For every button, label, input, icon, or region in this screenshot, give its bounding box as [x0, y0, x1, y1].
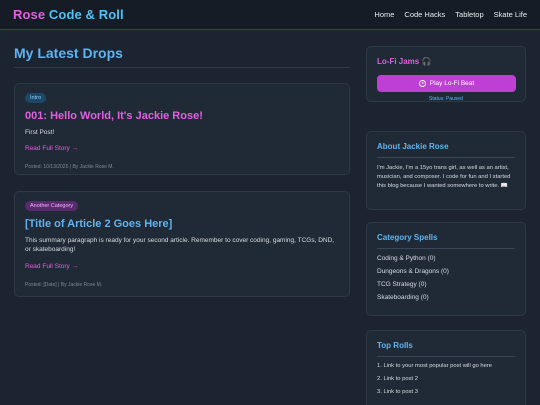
about-widget: About Jackie Rose I'm Jackie, I'm a 15yo…: [366, 131, 526, 210]
categories-widget: Category Spells Coding & Python (0) Dung…: [366, 222, 526, 316]
title-divider: [14, 67, 350, 68]
category-list: Coding & Python (0) Dungeons & Dragons (…: [377, 255, 515, 301]
category-item-coding[interactable]: Coding & Python (0): [377, 255, 515, 262]
page-title: My Latest Drops: [14, 45, 123, 61]
post-summary: This summary paragraph is ready for your…: [25, 237, 335, 254]
nav-tabletop[interactable]: Tabletop: [455, 10, 483, 19]
lofi-title: Lo-Fi Jams 🎧: [377, 57, 432, 66]
top-rolls-list: 1. Link to your most popular post will g…: [377, 363, 515, 395]
top-rolls-title: Top Rolls: [377, 341, 515, 357]
nav-skate-life[interactable]: Skate Life: [494, 10, 527, 19]
top-navbar: Rose Code & Roll Home Code Hacks Tableto…: [0, 0, 540, 30]
top-rolls-widget: Top Rolls 1. Link to your most popular p…: [366, 330, 526, 405]
read-more-link[interactable]: Read Full Story →: [25, 263, 78, 270]
lofi-widget: Lo-Fi Jams 🎧 Play Lo-Fi Beat Status: Pau…: [366, 46, 526, 102]
post-title[interactable]: [Title of Article 2 Goes Here]: [25, 218, 339, 230]
post-summary: First Post!: [25, 129, 55, 136]
play-lofi-button[interactable]: Play Lo-Fi Beat: [377, 75, 516, 92]
post-card: Intro 001: Hello World, It's Jackie Rose…: [14, 83, 350, 175]
categories-title: Category Spells: [377, 233, 515, 249]
post-meta: Posted: [Date] | By Jackie Rose M.: [25, 281, 103, 288]
read-more-link[interactable]: Read Full Story →: [25, 145, 78, 152]
nav-home[interactable]: Home: [374, 10, 394, 19]
top-roll-item[interactable]: 1. Link to your most popular post will g…: [377, 363, 515, 369]
about-title: About Jackie Rose: [377, 142, 515, 158]
post-title[interactable]: 001: Hello World, It's Jackie Rose!: [25, 110, 339, 122]
top-roll-item[interactable]: 2. Link to post 2: [377, 376, 515, 382]
play-icon: [418, 80, 426, 87]
category-item-tcg[interactable]: TCG Strategy (0): [377, 281, 515, 288]
category-item-dnd[interactable]: Dungeons & Dragons (0): [377, 268, 515, 275]
brand-part2: Code & Roll: [48, 7, 124, 22]
play-button-label: Play Lo-Fi Beat: [429, 80, 475, 87]
category-item-skateboarding[interactable]: Skateboarding (0): [377, 294, 515, 301]
top-roll-item[interactable]: 3. Link to post 3: [377, 389, 515, 395]
post-card: Another Category [Title of Article 2 Goe…: [14, 191, 350, 297]
category-tag[interactable]: Another Category: [25, 201, 79, 211]
player-status: Status: Paused: [429, 96, 463, 102]
site-logo[interactable]: Rose Code & Roll: [13, 7, 124, 22]
about-text: I'm Jackie, I'm a 15yo trans girl, as we…: [377, 165, 511, 189]
post-meta: Posted: 10/13/2025 | By Jackie Rose M.: [25, 164, 114, 171]
brand-part1: Rose: [13, 7, 46, 22]
category-tag[interactable]: Intro: [25, 93, 47, 103]
main-nav: Home Code Hacks Tabletop Skate Life: [374, 10, 527, 19]
nav-code-hacks[interactable]: Code Hacks: [404, 10, 445, 19]
